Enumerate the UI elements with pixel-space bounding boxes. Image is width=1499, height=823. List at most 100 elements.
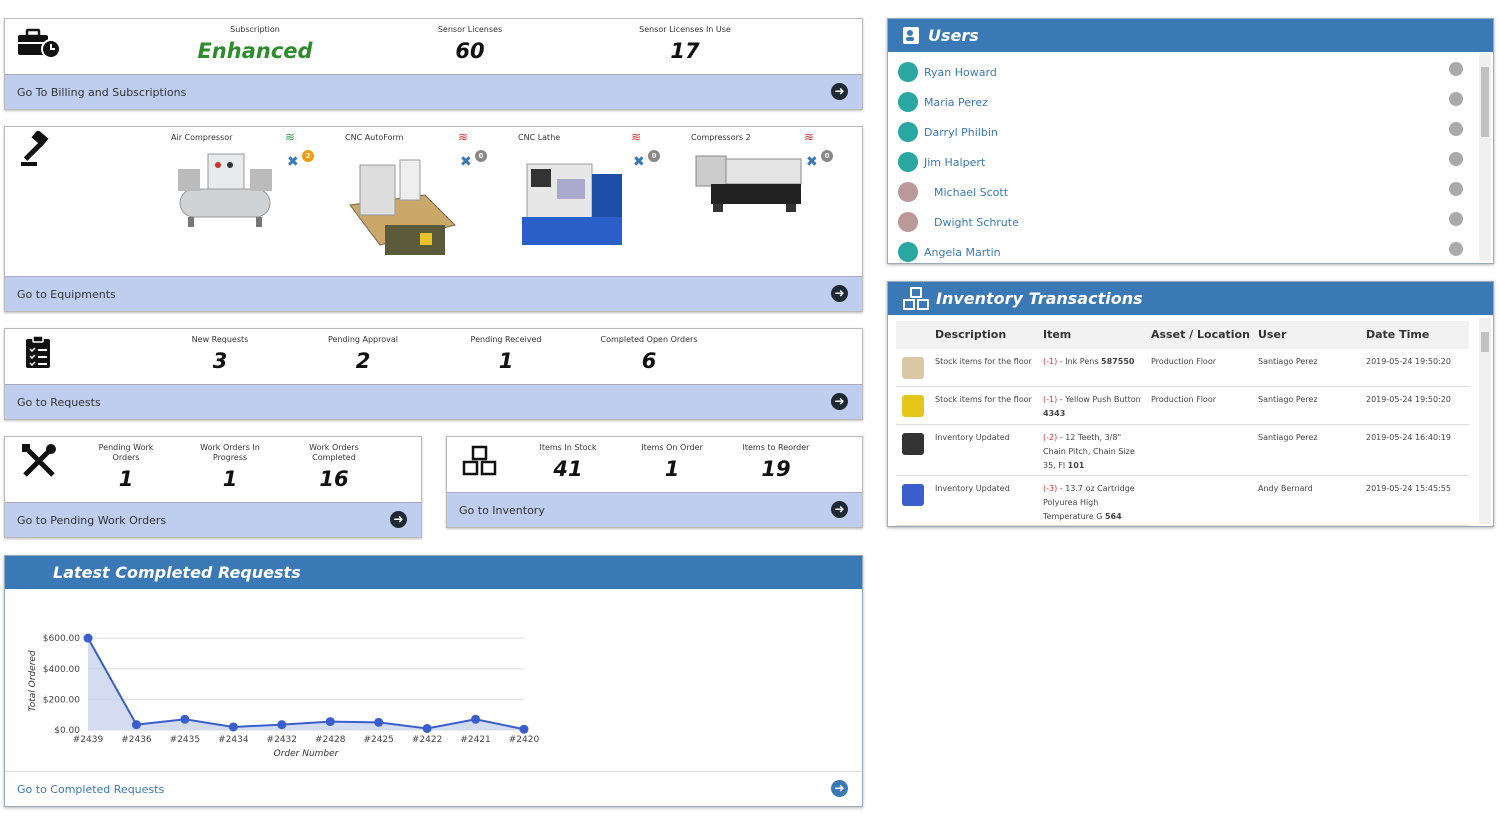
stat-label: Pending Approval <box>327 335 399 344</box>
stat-label: Pending Work Orders <box>98 443 154 462</box>
arrow-right-icon[interactable]: ➜ <box>831 285 848 302</box>
transactions-scrollbar[interactable] <box>1479 318 1491 524</box>
billing-icon <box>18 28 61 59</box>
compressors-2-image[interactable] <box>691 151 806 216</box>
user-avatar-icon <box>898 62 918 82</box>
wrench-icon[interactable]: ✖ <box>806 154 818 170</box>
arrow-right-icon[interactable]: ➜ <box>831 780 848 797</box>
col-item[interactable]: Item <box>1043 328 1071 341</box>
col-description[interactable]: Description <box>935 328 1006 341</box>
data-point <box>374 717 384 727</box>
maintenance-badge: 0 <box>648 150 660 162</box>
equipment-name[interactable]: Air Compressor <box>171 133 232 142</box>
y-tick-label: $400.00 <box>43 665 80 675</box>
table-header: Description Item Asset / Location User D… <box>896 321 1469 349</box>
table-row[interactable]: Stock items for the floor (-1) - Ink Pens… <box>896 349 1469 387</box>
arrow-right-icon[interactable]: ➜ <box>831 393 848 410</box>
equipment-panel: Air Compressor ≋ ✖ 2 CNC AutoForm ≋ ✖ 0 … <box>4 126 863 312</box>
stat-label: Items On Order <box>641 443 703 452</box>
cnc-autoform-image[interactable] <box>345 155 460 265</box>
table-row[interactable]: Inventory Updated (-3) - 13.7 oz Cartridg… <box>896 476 1469 526</box>
data-point <box>519 724 529 734</box>
data-point <box>277 720 287 730</box>
stat-value: 41 <box>553 457 583 481</box>
stat-value: 1 <box>498 349 514 373</box>
table-row[interactable]: Stock items for the floor (-1) - Yellow P… <box>896 387 1469 425</box>
inventory-link-label[interactable]: Go to Inventory <box>459 504 545 517</box>
billing-link-label[interactable]: Go To Billing and Subscriptions <box>17 86 186 99</box>
user-name[interactable]: Jim Halpert <box>924 156 985 169</box>
x-tick-label: #2421 <box>460 735 490 745</box>
latest-completed-panel: Latest Completed Requests $0.00 $200.00 $4… <box>4 555 863 807</box>
inventory-summary-panel: Items In Stock 41 Items On Order 1 Items… <box>446 436 863 528</box>
cnc-lathe-image[interactable] <box>517 159 632 254</box>
table-row[interactable]: Inventory Updated (-2) - 12 Teeth, 3/8" C… <box>896 425 1469 476</box>
equipments-link-label[interactable]: Go to Equipments <box>17 288 116 301</box>
arrow-right-icon[interactable]: ➜ <box>831 83 848 100</box>
stat-value: 17 <box>670 39 700 63</box>
pending-work-orders-link-label[interactable]: Go to Pending Work Orders <box>17 514 166 527</box>
user-cell: Santiago Perez <box>1258 433 1318 442</box>
clipboard-checklist-icon <box>26 335 50 368</box>
col-user[interactable]: User <box>1258 328 1286 341</box>
equipment-name[interactable]: CNC Lathe <box>518 133 560 142</box>
equipment-name[interactable]: CNC AutoForm <box>345 133 403 142</box>
arrow-right-icon[interactable]: ➜ <box>390 511 407 528</box>
x-tick-label: #2436 <box>121 735 152 745</box>
stat-label: Items In Stock <box>539 443 597 452</box>
item-cell: (-1) - Yellow Push Button 4343 <box>1043 393 1143 421</box>
user-name[interactable]: Angela Martin <box>924 246 1001 259</box>
transactions-table: Description Item Asset / Location User D… <box>888 315 1493 526</box>
user-name[interactable]: Ryan Howard <box>924 66 997 79</box>
user-name[interactable]: Michael Scott <box>934 186 1008 199</box>
stat-label: Work Orders In Progress <box>200 443 260 462</box>
scrollbar-thumb[interactable] <box>1481 67 1489 137</box>
inventory-link[interactable]: Go to Inventory ➜ <box>447 492 862 527</box>
latest-completed-title: Latest Completed Requests <box>53 563 301 582</box>
item-code: 101 <box>1067 461 1085 470</box>
pending-received-stat: Pending Received 1 <box>446 335 566 373</box>
status-indicator <box>1449 242 1463 256</box>
status-indicator <box>1449 122 1463 136</box>
requests-link-label[interactable]: Go to Requests <box>17 396 101 409</box>
date-cell: 2019-05-24 15:45:55 <box>1366 484 1451 493</box>
subscription-panel: Subscription Enhanced Sensor Licenses 60… <box>4 18 863 110</box>
arrow-right-icon[interactable]: ➜ <box>831 501 848 518</box>
user-name[interactable]: Darryl Philbin <box>924 126 998 139</box>
wrench-icon[interactable]: ✖ <box>633 154 645 170</box>
user-cell: Andy Bernard <box>1258 484 1313 493</box>
users-scrollbar[interactable] <box>1479 53 1491 261</box>
gavel-icon <box>21 131 49 166</box>
user-avatar-icon <box>898 122 918 142</box>
wrench-icon[interactable]: ✖ <box>287 154 299 170</box>
location-cell: Production Floor <box>1151 395 1217 404</box>
user-name[interactable]: Maria Perez <box>924 96 988 109</box>
stat-value: Enhanced <box>197 39 313 63</box>
stat-value: 2 <box>355 349 371 373</box>
col-location[interactable]: Asset / Location <box>1151 328 1250 341</box>
items-to-reorder-stat: Items to Reorder 19 <box>735 443 817 481</box>
pending-work-orders-link[interactable]: Go to Pending Work Orders ➜ <box>5 502 421 537</box>
boxes-icon <box>903 287 929 310</box>
equipment-name[interactable]: Compressors 2 <box>691 133 751 142</box>
y-tick-label: $200.00 <box>43 695 80 705</box>
maintenance-badge: 0 <box>821 150 833 162</box>
x-tick-label: #2425 <box>363 735 393 745</box>
billing-link[interactable]: Go To Billing and Subscriptions ➜ <box>5 74 862 109</box>
pending-work-orders-stat: Pending Work Orders 1 <box>85 443 167 491</box>
wifi-off-icon: ≋ <box>458 130 469 144</box>
completed-requests-link-label[interactable]: Go to Completed Requests <box>17 783 164 796</box>
air-compressor-image[interactable] <box>170 149 280 234</box>
requests-link[interactable]: Go to Requests ➜ <box>5 384 862 419</box>
completed-requests-link[interactable]: Go to Completed Requests ➜ <box>5 771 862 806</box>
wrench-icon[interactable]: ✖ <box>460 154 472 170</box>
location-cell: Production Floor <box>1151 357 1217 366</box>
boxes-icon <box>462 445 497 476</box>
equipments-link[interactable]: Go to Equipments ➜ <box>5 276 862 311</box>
scrollbar-thumb[interactable] <box>1481 332 1489 352</box>
item-cell: (-3) - 13.7 oz Cartridge Polyurea High T… <box>1043 482 1143 524</box>
user-name[interactable]: Dwight Schrute <box>934 216 1019 229</box>
work-orders-completed-stat: Work Orders Completed 16 <box>293 443 375 491</box>
col-date-time[interactable]: Date Time <box>1366 328 1429 341</box>
items-on-order-stat: Items On Order 1 <box>631 443 713 481</box>
